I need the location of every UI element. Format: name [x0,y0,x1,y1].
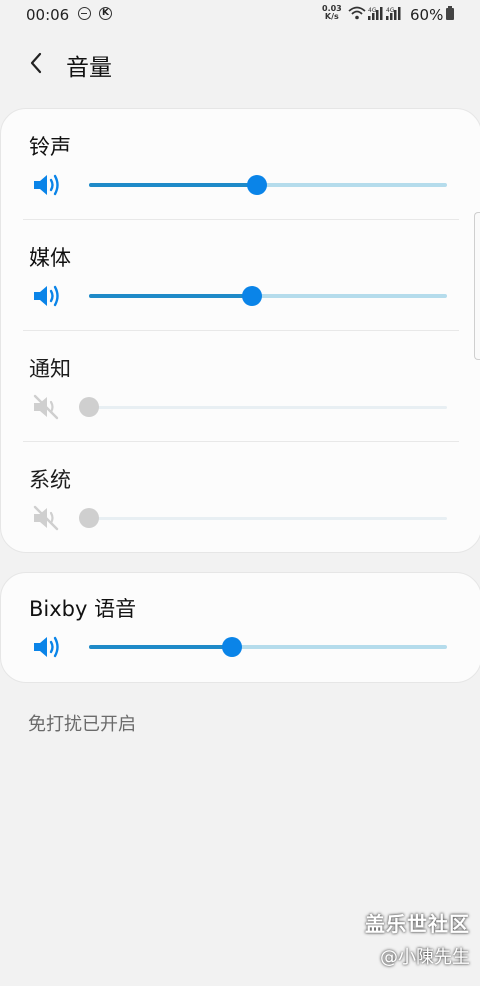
do-not-disturb-icon [78,7,91,20]
status-time: 00:06 [26,6,70,24]
media-label: 媒体 [29,246,71,270]
watermark-line-2: @小陳先生 [380,947,470,968]
page-title: 音量 [66,55,112,81]
slider-fill [89,645,233,649]
back-arrow-icon [30,52,42,74]
volume-row-system: 系统 [1,442,480,553]
notification-label: 通知 [29,357,71,381]
slider-track [89,517,447,520]
signal-icon-2: 4G [386,7,401,20]
battery-percent: 60% [410,6,444,24]
volume-row-bixby: Bixby 语音 [1,573,480,684]
volume-card: 铃声 媒体 通知 系统 [0,108,480,553]
volume-row-media: 媒体 [1,220,480,331]
network-2-label: 4G [386,7,395,14]
dnd-status-text: 免打扰已开启 [28,714,136,735]
status-bar: 00:06 K 0.03 K/s 4G 4G 60% [0,0,480,30]
header: 音量 [0,40,480,86]
slider-fill [89,294,252,298]
slider-thumb[interactable] [247,175,268,195]
slider-thumb[interactable] [79,508,99,528]
network-speed-unit: K/s [324,12,339,21]
slider-thumb[interactable] [79,397,99,417]
network-speed: 0.03 K/s [322,5,342,21]
volume-row-notification: 通知 [1,331,480,442]
slider-thumb[interactable] [241,286,262,306]
slider-track [89,406,447,409]
signal-icon: 4G [368,7,383,20]
network-1-label: 4G [368,7,377,14]
speaker-icon[interactable] [32,282,64,310]
k-app-icon: K [99,7,112,20]
notification-volume-slider[interactable] [79,395,447,419]
system-label: 系统 [29,468,71,492]
bixby-card: Bixby 语音 [0,572,480,683]
battery-icon [446,6,454,20]
back-button[interactable] [22,48,52,78]
media-volume-slider[interactable] [89,284,447,308]
speaker-icon[interactable] [32,633,64,661]
speaker-muted-icon[interactable] [32,504,64,532]
speaker-muted-icon[interactable] [32,393,64,421]
wifi-icon [348,6,366,20]
volume-row-ringtone: 铃声 [1,109,480,220]
slider-thumb[interactable] [222,637,243,657]
watermark-line-1: 盖乐世社区 [365,912,470,936]
ringtone-volume-slider[interactable] [89,173,447,197]
ringtone-label: 铃声 [29,135,71,159]
watermark: 盖乐世社区 @小陳先生 [365,908,470,969]
speaker-icon[interactable] [32,171,64,199]
slider-fill [89,183,258,187]
scrollbar[interactable] [474,212,480,360]
bixby-label: Bixby 语音 [29,597,137,621]
system-volume-slider[interactable] [79,506,447,530]
bixby-volume-slider[interactable] [89,635,447,659]
